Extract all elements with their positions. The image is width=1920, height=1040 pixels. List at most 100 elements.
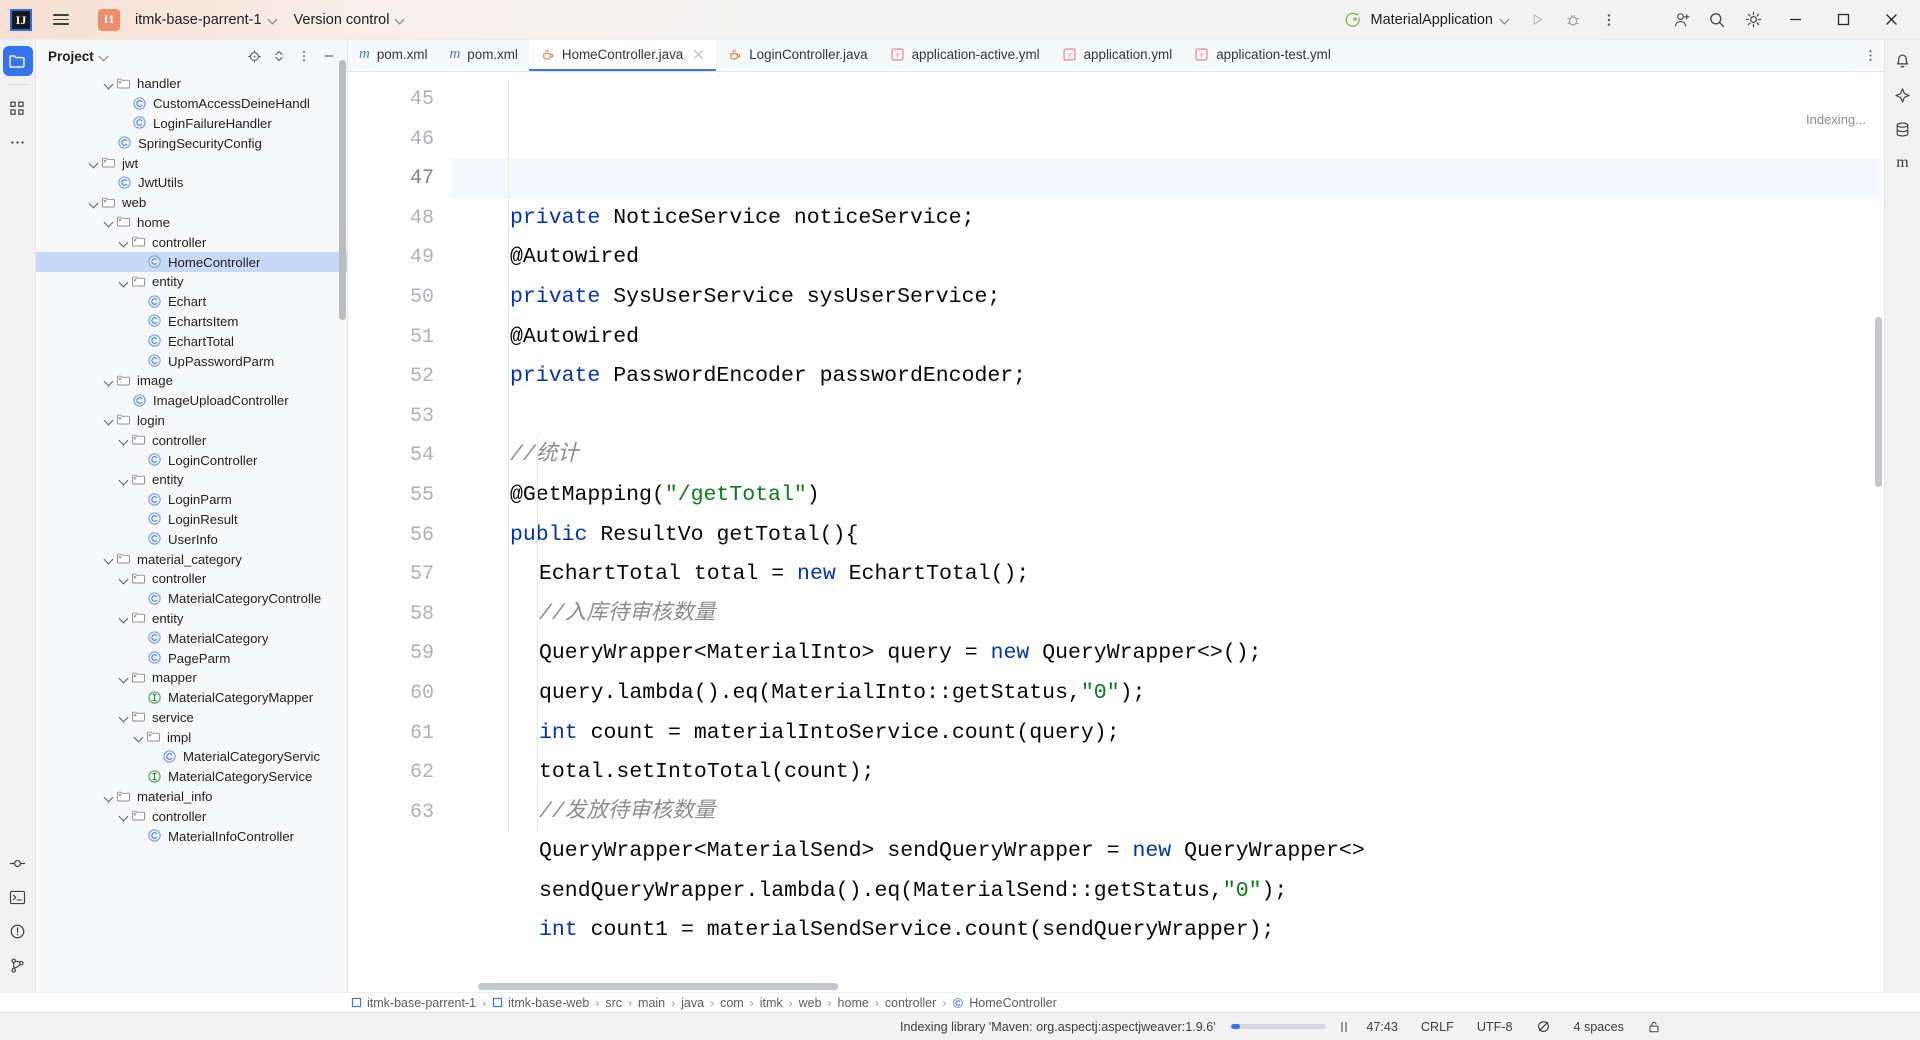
- tree-expander-icon[interactable]: [132, 730, 146, 744]
- line-number[interactable]: 58: [348, 595, 434, 635]
- tree-expander-icon[interactable]: [87, 156, 101, 170]
- editor-tabs-more-button[interactable]: [1856, 40, 1884, 71]
- tree-expander-icon[interactable]: [102, 77, 116, 91]
- search-icon[interactable]: [1700, 5, 1734, 35]
- tree-node[interactable]: handler: [36, 74, 347, 94]
- tree-expander-icon[interactable]: [117, 671, 131, 685]
- tree-node[interactable]: entity: [36, 470, 347, 490]
- tree-expander-icon[interactable]: [102, 552, 116, 566]
- sidebar-item-commit[interactable]: [3, 848, 33, 878]
- tree-node[interactable]: controller: [36, 806, 347, 826]
- indent-label[interactable]: 4 spaces: [1570, 1018, 1628, 1036]
- editor-tab[interactable]: Yapplication-active.yml: [879, 40, 1051, 71]
- scroll-from-source-button[interactable]: [242, 44, 266, 68]
- code-line[interactable]: int count1 = materialSendService.count(s…: [450, 911, 1884, 951]
- tree-node[interactable]: MaterialCategory: [36, 628, 347, 648]
- more-actions-button[interactable]: [1592, 5, 1626, 35]
- encoding-label[interactable]: UTF-8: [1473, 1018, 1517, 1036]
- tree-node[interactable]: mapper: [36, 668, 347, 688]
- tree-node[interactable]: JwtUtils: [36, 173, 347, 193]
- code-line[interactable]: int count = materialIntoService.count(qu…: [450, 714, 1884, 754]
- tree-expander-icon[interactable]: [117, 710, 131, 724]
- code-line[interactable]: private NoticeService noticeService;: [450, 199, 1884, 239]
- editor-tab[interactable]: m pom.xml: [348, 40, 438, 71]
- tree-node[interactable]: controller: [36, 232, 347, 252]
- line-number[interactable]: 52: [348, 357, 434, 397]
- editor-horizontal-scrollbar[interactable]: [478, 983, 838, 990]
- hide-panel-button[interactable]: [317, 44, 341, 68]
- tree-node[interactable]: Echart: [36, 292, 347, 312]
- tree-node[interactable]: MaterialCategoryControlle: [36, 589, 347, 609]
- inspection-toggle-icon[interactable]: [1532, 1017, 1555, 1036]
- breadcrumb-item[interactable]: main: [635, 996, 668, 1010]
- breadcrumb-item[interactable]: src: [602, 996, 625, 1010]
- sidebar-more-tools-button[interactable]: [3, 127, 33, 157]
- code-line[interactable]: //入库待审核数量: [450, 595, 1884, 635]
- code-line[interactable]: @GetMapping("/getTotal"): [450, 476, 1884, 516]
- tree-node[interactable]: MaterialCategoryService: [36, 767, 347, 787]
- project-tree-scrollbar[interactable]: [339, 60, 346, 320]
- line-number[interactable]: 61: [348, 714, 434, 754]
- line-number[interactable]: 59: [348, 634, 434, 674]
- code-line[interactable]: public ResultVo getTotal(){: [450, 516, 1884, 556]
- editor-tab-active[interactable]: HomeController.java: [528, 40, 717, 71]
- line-number[interactable]: 49: [348, 238, 434, 278]
- code-content[interactable]: private NoticeService noticeService; @Aut…: [450, 72, 1884, 992]
- code-editor[interactable]: 45 46 47 48 49 50 51 52 53 54 55 56 57 58 59 60 61 62 63 p…: [348, 72, 1884, 992]
- project-tree[interactable]: handler CustomAccessDeineHandl LoginFailur…: [36, 72, 347, 992]
- line-number[interactable]: 53: [348, 397, 434, 437]
- minimize-window-button[interactable]: [1772, 0, 1818, 40]
- debug-button[interactable]: [1556, 5, 1590, 35]
- editor-tab[interactable]: Yapplication-test.yml: [1183, 40, 1342, 71]
- line-number[interactable]: 48: [348, 199, 434, 239]
- breadcrumb-item[interactable]: java: [678, 996, 707, 1010]
- tree-node[interactable]: EchartsItem: [36, 312, 347, 332]
- breadcrumb-item[interactable]: itmk: [757, 996, 786, 1010]
- breadcrumb-item[interactable]: web: [796, 996, 825, 1010]
- close-icon[interactable]: [692, 48, 705, 61]
- tree-node[interactable]: image: [36, 371, 347, 391]
- editor-tab[interactable]: m pom.xml: [438, 40, 528, 71]
- tree-expander-icon[interactable]: [117, 275, 131, 289]
- tree-expander-icon[interactable]: [102, 413, 116, 427]
- line-number[interactable]: 63: [348, 793, 434, 833]
- lock-icon[interactable]: [1643, 1018, 1665, 1036]
- code-line[interactable]: //统计: [450, 436, 1884, 476]
- version-control-widget[interactable]: Version control: [286, 8, 414, 32]
- line-number[interactable]: 55: [348, 476, 434, 516]
- chevron-down-icon[interactable]: [100, 52, 109, 61]
- tree-node[interactable]: controller: [36, 569, 347, 589]
- line-number[interactable]: 60: [348, 674, 434, 714]
- tree-node[interactable]: SpringSecurityConfig: [36, 133, 347, 153]
- tree-expander-icon[interactable]: [117, 473, 131, 487]
- breadcrumb-item[interactable]: com: [717, 996, 747, 1010]
- pause-indexing-button[interactable]: [1340, 1021, 1348, 1032]
- tree-node[interactable]: impl: [36, 727, 347, 747]
- code-line[interactable]: //发放待审核数量: [450, 793, 1884, 833]
- tree-node-selected[interactable]: HomeController: [36, 252, 347, 272]
- sidebar-item-project[interactable]: [2, 46, 33, 76]
- line-number[interactable]: 56: [348, 516, 434, 556]
- project-options-button[interactable]: [292, 44, 316, 68]
- tree-node[interactable]: jwt: [36, 153, 347, 173]
- account-button[interactable]: [1664, 5, 1698, 35]
- tree-node[interactable]: home: [36, 213, 347, 233]
- line-number[interactable]: 57: [348, 555, 434, 595]
- code-line[interactable]: total.setIntoTotal(count);: [450, 753, 1884, 793]
- code-line[interactable]: @Autowired: [450, 238, 1884, 278]
- maximize-window-button[interactable]: [1820, 0, 1866, 40]
- tree-expander-icon[interactable]: [117, 611, 131, 625]
- breadcrumb-item[interactable]: itmk-base-web: [489, 996, 592, 1010]
- tree-node[interactable]: MaterialInfoController: [36, 826, 347, 846]
- expand-collapse-button[interactable]: [267, 44, 291, 68]
- tree-node[interactable]: MaterialCategoryServic: [36, 747, 347, 767]
- line-number-gutter[interactable]: 45 46 47 48 49 50 51 52 53 54 55 56 57 58 59 60 61 62 63: [348, 72, 450, 992]
- code-line[interactable]: QueryWrapper<MaterialSend> sendQueryWrap…: [450, 832, 1884, 872]
- project-selector[interactable]: I1 itmk-base-parrent-1: [90, 5, 286, 35]
- tree-node[interactable]: entity: [36, 272, 347, 292]
- editor-tab[interactable]: Yapplication.yml: [1051, 40, 1184, 71]
- sidebar-item-structure[interactable]: [3, 93, 33, 123]
- tree-expander-icon[interactable]: [117, 433, 131, 447]
- notifications-icon[interactable]: [1888, 46, 1918, 76]
- maven-icon[interactable]: m: [1888, 148, 1918, 178]
